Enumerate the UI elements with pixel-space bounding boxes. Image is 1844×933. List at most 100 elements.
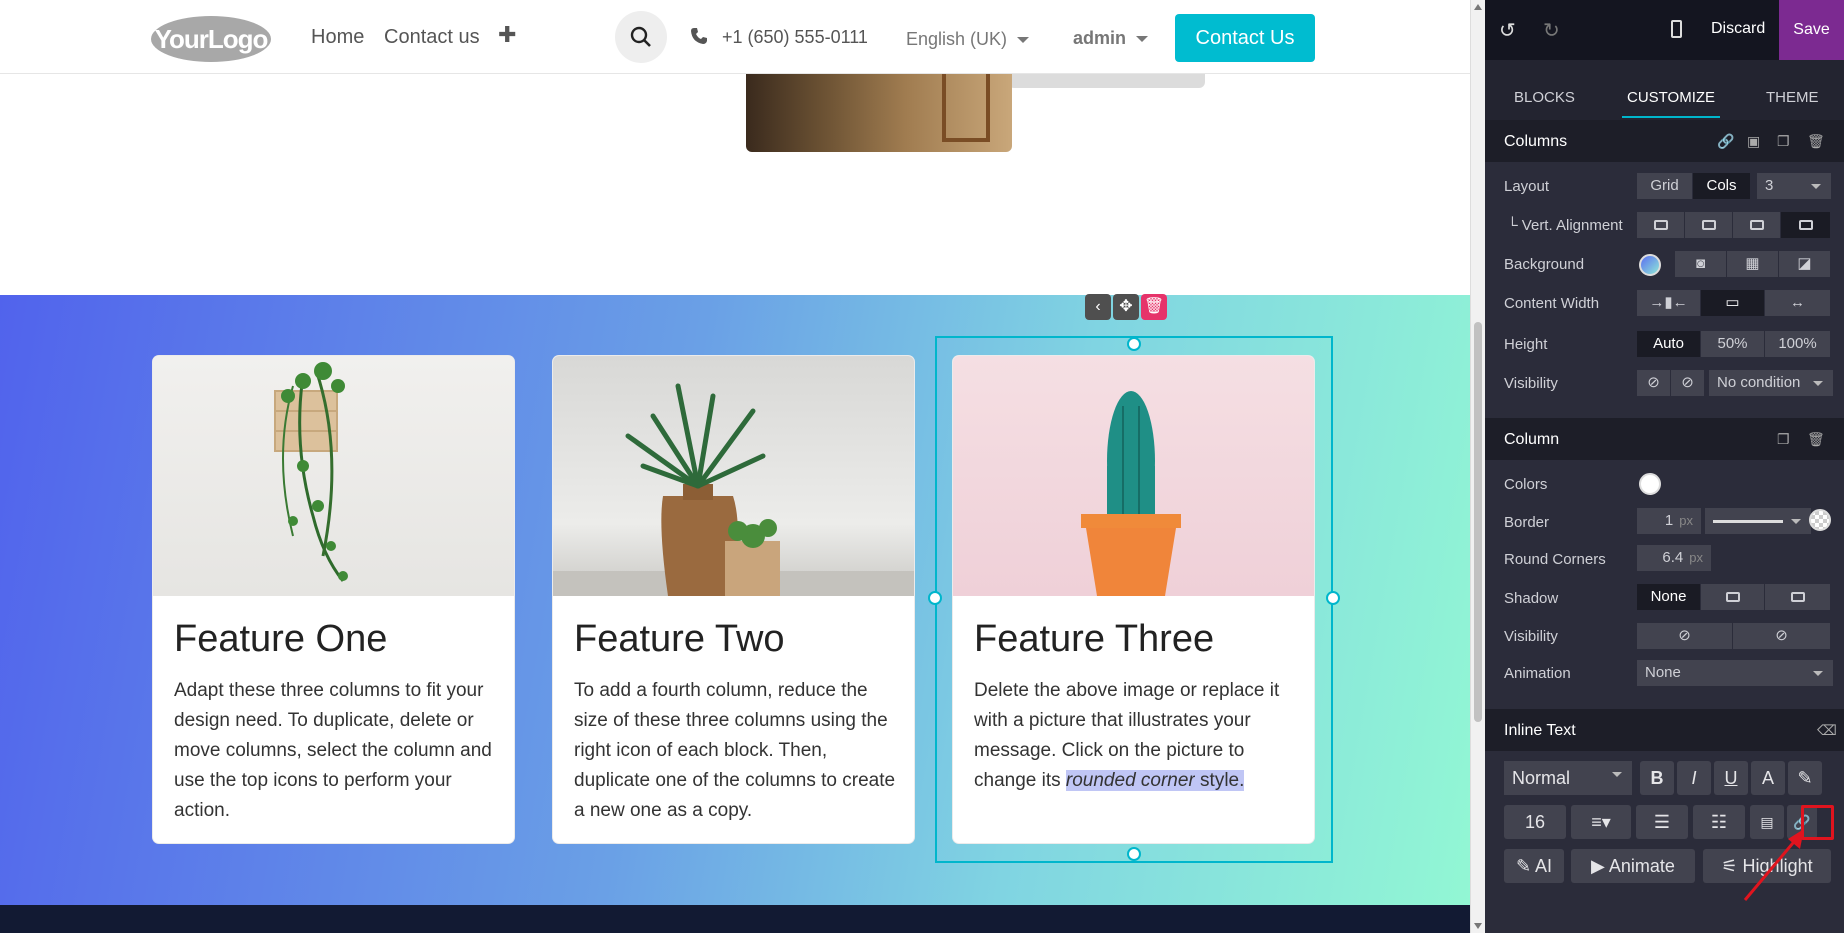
duplicate-icon[interactable]: ❐ <box>1777 133 1790 150</box>
visibility-condition-select[interactable]: No condition <box>1709 370 1833 396</box>
layout-grid-button[interactable]: Grid <box>1637 173 1693 199</box>
feature-text-one[interactable]: Adapt these three columns to fit your de… <box>174 676 499 826</box>
border-width-value: 1 <box>1664 512 1674 529</box>
layout-cols-button[interactable]: Cols <box>1693 173 1751 199</box>
align-top-icon[interactable] <box>1637 212 1685 238</box>
nav-home-link[interactable]: Home <box>311 26 364 49</box>
contact-us-button[interactable]: Contact Us <box>1175 14 1315 62</box>
animate-button[interactable]: ▶ Animate <box>1571 849 1695 883</box>
border-color-swatch[interactable] <box>1809 509 1831 531</box>
visibility-label: Visibility <box>1504 375 1558 392</box>
resize-handle-left[interactable] <box>928 591 942 605</box>
duplicate-icon[interactable]: ❐ <box>1777 431 1790 448</box>
animation-select[interactable]: None <box>1637 660 1833 686</box>
scroll-down-icon[interactable] <box>1474 923 1482 929</box>
tab-blocks[interactable]: BLOCKS <box>1514 89 1575 106</box>
shadow-none-button[interactable]: None <box>1637 584 1701 610</box>
tab-customize[interactable]: CUSTOMIZE <box>1621 89 1721 118</box>
video-icon[interactable]: ▦ <box>1727 251 1779 277</box>
highlight-brush-icon[interactable]: ✎ <box>1788 761 1822 795</box>
scroll-up-icon[interactable] <box>1474 4 1482 10</box>
width-regular-icon[interactable]: ▭ <box>1701 290 1765 316</box>
layout-label: Layout <box>1504 178 1550 195</box>
user-menu[interactable]: admin <box>1073 28 1149 49</box>
save-block-icon[interactable]: ▣ <box>1747 133 1760 150</box>
site-logo[interactable]: YourLogo <box>151 16 271 62</box>
background-color-swatch[interactable] <box>1639 254 1661 276</box>
column-section-title: Column <box>1504 431 1560 448</box>
columns-section-title: Columns <box>1504 133 1568 150</box>
italic-button[interactable]: I <box>1677 761 1711 795</box>
phone-number[interactable]: +1 (650) 555-0111 <box>722 27 868 48</box>
redo-icon[interactable]: ↻ <box>1543 18 1560 43</box>
move-left-icon[interactable]: ‹ <box>1085 294 1111 320</box>
height-auto-button[interactable]: Auto <box>1637 331 1701 357</box>
align-stretch-icon[interactable] <box>1781 212 1831 238</box>
drag-move-icon[interactable]: ✥ <box>1113 294 1139 320</box>
columns-count-select[interactable]: 3 <box>1757 173 1831 199</box>
resize-handle-top[interactable] <box>1127 337 1141 351</box>
round-corners-input[interactable]: 6.4 px <box>1637 545 1711 571</box>
search-icon <box>630 26 651 47</box>
resize-handle-bottom[interactable] <box>1127 847 1141 861</box>
height-100-button[interactable]: 100% <box>1765 331 1831 357</box>
height-50-button[interactable]: 50% <box>1701 331 1765 357</box>
add-menu-item-icon[interactable]: ✚ <box>498 22 516 48</box>
feature-title-one[interactable]: Feature One <box>174 618 387 661</box>
search-button[interactable] <box>615 11 667 63</box>
hanging-plant-illustration <box>274 362 348 582</box>
shadow-outset-icon[interactable] <box>1701 584 1765 610</box>
vase-plant-illustration <box>553 383 914 596</box>
feature-card-one[interactable]: Feature One Adapt these three columns to… <box>152 355 515 844</box>
hide-desktop-icon[interactable]: ⊘ <box>1637 370 1671 396</box>
language-selector[interactable]: English (UK) <box>906 29 1030 50</box>
gradient-icon[interactable]: ◪ <box>1779 251 1831 277</box>
visibility-device-group: ⊘ ⊘ <box>1637 370 1705 396</box>
border-width-input[interactable]: 1 px <box>1637 508 1701 534</box>
hide-mobile-icon[interactable]: ⊘ <box>1733 623 1831 649</box>
trash-icon[interactable]: 🗑 <box>1807 133 1825 150</box>
nav-contact-link[interactable]: Contact us <box>384 26 480 49</box>
width-narrow-icon[interactable]: →▮← <box>1637 290 1701 316</box>
feature-text-two[interactable]: To add a fourth column, reduce the size … <box>574 676 899 826</box>
feature-image-one[interactable] <box>153 356 514 596</box>
align-dropdown-icon[interactable]: ≡▾ <box>1571 805 1631 839</box>
vert-alignment-label: └ Vert. Alignment <box>1507 217 1623 234</box>
align-middle-icon[interactable] <box>1685 212 1733 238</box>
page-scrollbar[interactable] <box>1470 0 1485 933</box>
trash-icon[interactable]: 🗑 <box>1807 431 1825 448</box>
bullet-list-icon[interactable]: ☰ <box>1636 805 1688 839</box>
ai-button[interactable]: ✎ AI <box>1504 849 1564 883</box>
hide-desktop-icon[interactable]: ⊘ <box>1637 623 1733 649</box>
column-color-swatch[interactable] <box>1639 473 1661 495</box>
tab-theme[interactable]: THEME <box>1766 89 1819 106</box>
chevron-down-icon <box>1136 36 1149 43</box>
border-style-select[interactable] <box>1705 508 1811 534</box>
width-full-icon[interactable]: ↔ <box>1765 290 1831 316</box>
trash-icon[interactable]: 🗑 <box>1141 294 1167 320</box>
column-visibility-group: ⊘ ⊘ <box>1637 623 1831 649</box>
feature-image-two[interactable] <box>553 356 914 596</box>
hide-mobile-icon[interactable]: ⊘ <box>1671 370 1705 396</box>
text-style-select[interactable]: Normal <box>1504 761 1632 795</box>
font-size-input[interactable]: 16 <box>1504 805 1566 839</box>
link-icon[interactable]: 🔗 <box>1717 133 1734 150</box>
underline-button[interactable]: U <box>1714 761 1748 795</box>
scroll-thumb[interactable] <box>1474 322 1482 722</box>
feature-title-two[interactable]: Feature Two <box>574 618 785 661</box>
camera-icon[interactable]: ◙ <box>1675 251 1727 277</box>
save-button[interactable]: Save <box>1779 0 1844 60</box>
mobile-preview-icon[interactable] <box>1671 20 1682 38</box>
discard-button[interactable]: Discard <box>1711 20 1765 38</box>
eraser-icon[interactable]: ⌫ <box>1817 722 1837 739</box>
resize-handle-right[interactable] <box>1326 591 1340 605</box>
bold-button[interactable]: B <box>1640 761 1674 795</box>
numbered-list-icon[interactable]: ☷ <box>1693 805 1745 839</box>
shadow-inset-icon[interactable] <box>1765 584 1831 610</box>
text-color-icon[interactable]: A <box>1751 761 1785 795</box>
columns-section-header: Columns 🔗 ▣ ❐ 🗑 <box>1485 120 1844 162</box>
animate-label: Animate <box>1608 856 1675 876</box>
feature-card-two[interactable]: Feature Two To add a fourth column, redu… <box>552 355 915 844</box>
undo-icon[interactable]: ↺ <box>1499 18 1516 43</box>
align-bottom-icon[interactable] <box>1733 212 1781 238</box>
